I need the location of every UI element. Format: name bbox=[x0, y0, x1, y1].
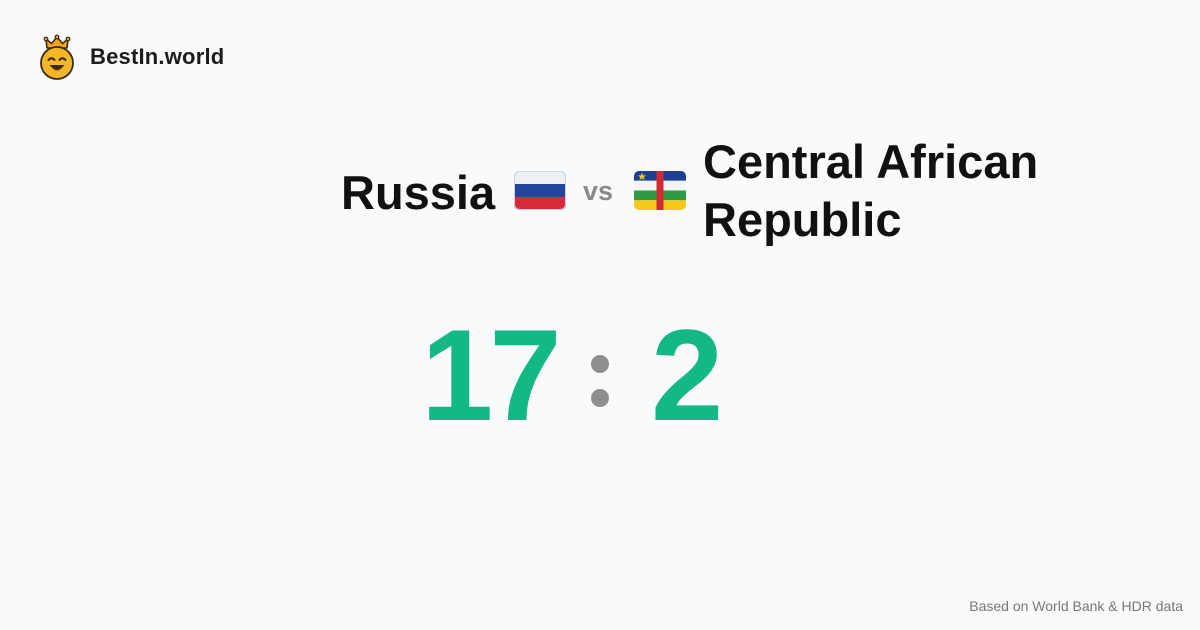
separator-dot-top bbox=[591, 355, 609, 373]
brand-header[interactable]: BestIn.world bbox=[38, 34, 224, 80]
left-team-name: Russia bbox=[341, 166, 496, 219]
crowned-smiley-icon bbox=[40, 34, 74, 80]
brand-name: BestIn.world bbox=[90, 44, 225, 69]
central-african-republic-flag-icon bbox=[634, 171, 686, 210]
matchup-header: Russia vs Central African Republic bbox=[0, 130, 1200, 254]
score-separator bbox=[591, 355, 609, 407]
data-source-note: Based on World Bank & HDR data bbox=[969, 598, 1183, 614]
right-score: 2 bbox=[651, 302, 724, 448]
left-score: 17 bbox=[421, 302, 562, 448]
right-team-name-line1: Central African bbox=[703, 135, 1039, 188]
right-team-name: Central African Republic bbox=[703, 133, 1103, 249]
right-team-name-line2: Republic bbox=[703, 193, 902, 246]
russia-flag-icon bbox=[514, 171, 566, 210]
separator-dot-bottom bbox=[591, 389, 609, 407]
vs-label: vs bbox=[583, 176, 614, 206]
